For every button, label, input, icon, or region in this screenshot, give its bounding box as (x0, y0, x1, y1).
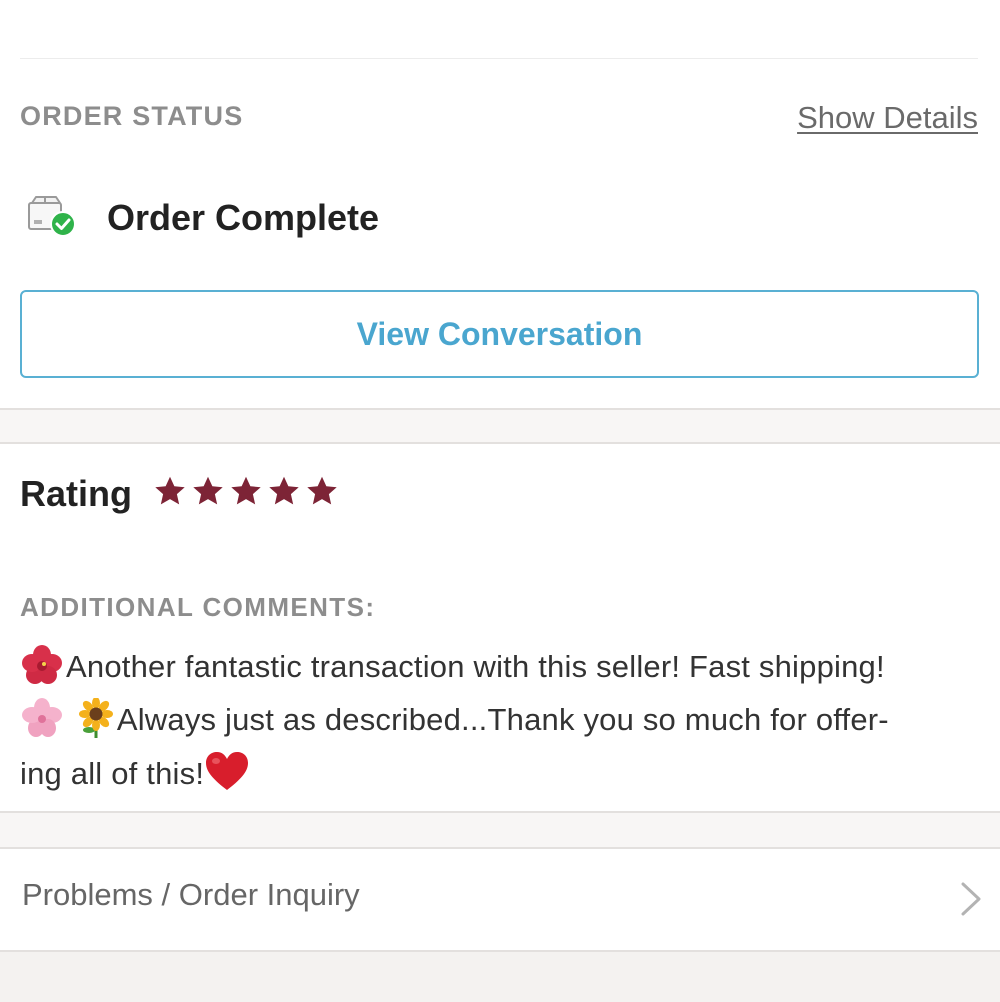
section-separator (0, 408, 1000, 444)
star-icon (155, 476, 185, 505)
cherry-blossom-emoji-icon (20, 698, 66, 750)
order-status-text: Order Complete (107, 197, 380, 238)
chevron-right-icon (961, 882, 981, 916)
package-check-icon (24, 193, 80, 241)
hibiscus-emoji-icon (20, 645, 66, 697)
rating-stars (152, 473, 340, 513)
problems-order-inquiry-label: Problems / Order Inquiry (22, 877, 360, 912)
comment-line-3: ing all of this! (20, 756, 205, 791)
comment-line-1: Another fantastic transaction with this … (66, 649, 885, 684)
comment-line-2: Always just as described...Thank you so … (116, 702, 889, 737)
star-icon (193, 476, 223, 505)
problems-order-inquiry-row[interactable]: Problems / Order Inquiry (0, 849, 1000, 949)
comment-text: Another fantastic transaction with this … (20, 644, 982, 804)
bottom-separator (0, 950, 1000, 1002)
star-icon (307, 476, 337, 505)
star-icon (231, 476, 261, 505)
top-divider (20, 58, 978, 59)
rating-label: Rating (20, 473, 132, 514)
order-status-heading: ORDER STATUS (20, 101, 244, 131)
red-heart-emoji-icon (204, 750, 250, 804)
section-separator (0, 811, 1000, 849)
sunflower-emoji-icon (75, 697, 117, 750)
show-details-link[interactable]: Show Details (797, 100, 978, 136)
view-conversation-button[interactable]: View Conversation (20, 290, 979, 378)
additional-comments-heading: ADDITIONAL COMMENTS: (20, 592, 376, 622)
star-icon (269, 476, 299, 505)
